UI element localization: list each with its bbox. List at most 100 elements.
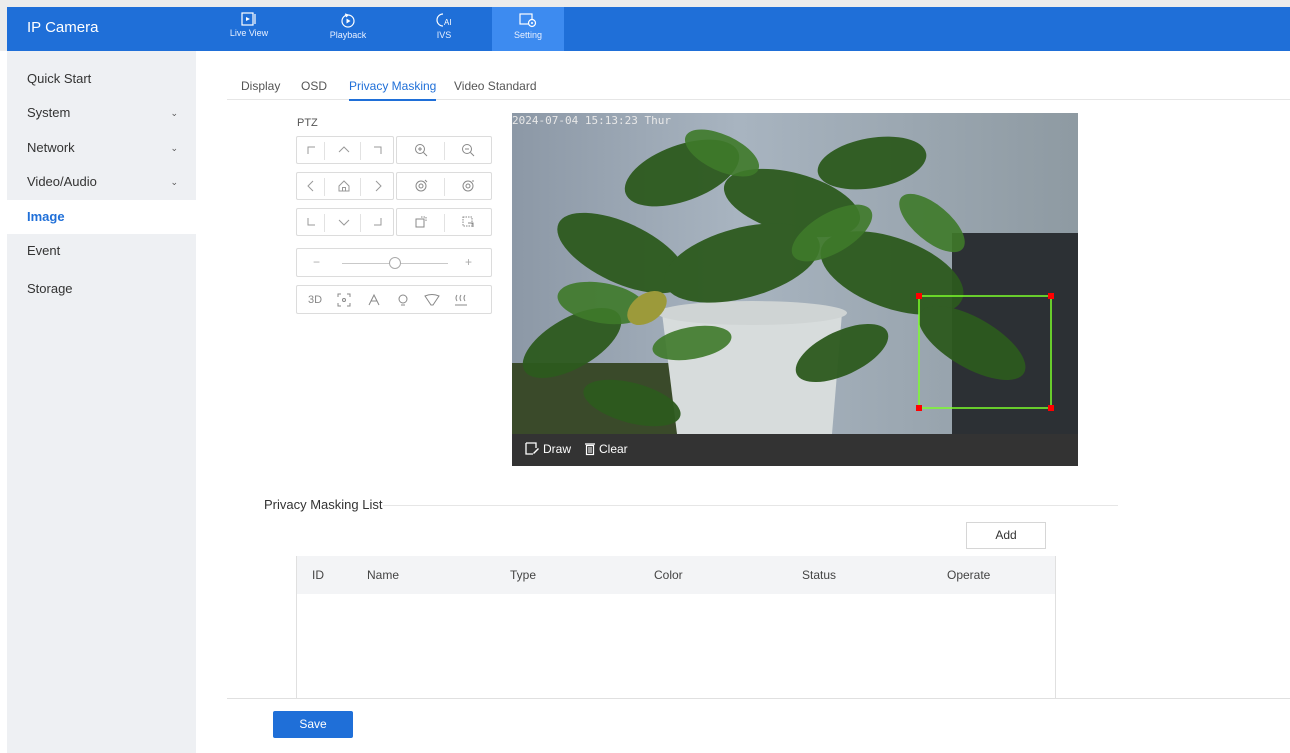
- video-toolbar: Draw Clear: [512, 434, 1078, 466]
- ptz-direction-row-1: [296, 136, 394, 164]
- iris-controls: [396, 208, 492, 236]
- sidebar-item-video-audio[interactable]: Video/Audio ⌄: [7, 165, 196, 199]
- column-header-id: ID: [312, 568, 324, 582]
- clear-label: Clear: [599, 442, 628, 456]
- app-title: IP Camera: [27, 19, 99, 36]
- sidebar-item-image[interactable]: Image: [7, 200, 196, 234]
- image-tabs: Display OSD Privacy Masking Video Standa…: [227, 72, 1290, 101]
- light-bulb-icon[interactable]: [392, 287, 414, 313]
- home-icon[interactable]: [333, 173, 355, 199]
- focus-controls: [396, 172, 492, 200]
- ptz-direction-row-2: [296, 172, 394, 200]
- sidebar-item-network[interactable]: Network ⌄: [7, 131, 196, 165]
- sidebar: Quick Start System ⌄ Network ⌄ Video/Audio…: [7, 51, 196, 753]
- mask-handle-top-right[interactable]: [1048, 293, 1054, 299]
- zoom-out-icon[interactable]: [457, 137, 479, 163]
- divider: [324, 178, 325, 196]
- mask-handle-bottom-right[interactable]: [1048, 405, 1054, 411]
- divider: [227, 698, 1290, 699]
- video-preview[interactable]: 2024-07-04 15:13:23 Thur Draw Clear: [512, 113, 1078, 466]
- divider: [444, 142, 445, 160]
- heater-icon[interactable]: [450, 287, 472, 313]
- iris-open-icon[interactable]: [410, 209, 432, 235]
- divider: [444, 214, 445, 232]
- privacy-masking-list-title: Privacy Masking List: [264, 497, 383, 512]
- table-header: ID Name Type Color Status Operate: [297, 556, 1055, 594]
- iris-close-icon[interactable]: [457, 209, 479, 235]
- chevron-down-icon: ⌄: [170, 143, 178, 153]
- speed-increase[interactable]: +: [465, 255, 472, 269]
- save-button[interactable]: Save: [273, 711, 353, 738]
- focus-far-icon[interactable]: [457, 173, 479, 199]
- divider: [360, 142, 361, 160]
- ptz-direction-row-3: [296, 208, 394, 236]
- live-view-icon: [241, 12, 256, 26]
- nav-setting-label: Setting: [513, 30, 543, 40]
- clear-button[interactable]: Clear: [584, 442, 628, 456]
- playback-icon: [341, 13, 355, 28]
- pan-right-icon[interactable]: [367, 173, 389, 199]
- privacy-masking-table: ID Name Type Color Status Operate: [296, 556, 1056, 698]
- sidebar-item-label: Storage: [27, 281, 73, 296]
- sidebar-item-storage[interactable]: Storage: [7, 272, 196, 306]
- pan-down-right-icon[interactable]: [367, 209, 389, 235]
- nav-ivs-label: IVS: [436, 30, 452, 40]
- nav-playback-label: Playback: [329, 30, 367, 40]
- divider: [383, 505, 1118, 506]
- divider: [360, 178, 361, 196]
- focus-near-icon[interactable]: [410, 173, 432, 199]
- mask-handle-bottom-left[interactable]: [916, 405, 922, 411]
- pan-left-icon[interactable]: [300, 173, 322, 199]
- auto-focus-icon[interactable]: [333, 287, 355, 313]
- ptz-title: PTZ: [297, 117, 318, 129]
- nav-playback[interactable]: Playback: [312, 7, 384, 51]
- divider: [324, 214, 325, 232]
- speed-decrease[interactable]: −: [313, 255, 320, 269]
- tab-video-standard[interactable]: Video Standard: [454, 79, 537, 99]
- chevron-down-icon: ⌄: [170, 108, 178, 118]
- pan-down-left-icon[interactable]: [300, 209, 322, 235]
- draw-label: Draw: [543, 442, 572, 456]
- tab-osd[interactable]: OSD: [301, 79, 327, 99]
- sidebar-item-event[interactable]: Event: [7, 234, 196, 268]
- column-header-type: Type: [510, 568, 537, 582]
- sidebar-item-label: Video/Audio: [27, 174, 97, 189]
- divider: [324, 142, 325, 160]
- draw-button[interactable]: Draw: [524, 442, 571, 456]
- pan-up-icon[interactable]: [333, 137, 355, 163]
- trash-icon: [585, 443, 595, 456]
- sidebar-item-label: Quick Start: [27, 71, 92, 86]
- column-header-color: Color: [654, 568, 683, 582]
- sidebar-item-label: Event: [27, 243, 61, 258]
- top-nav-bar: IP Camera Live View Playback AI IVS Sett…: [7, 7, 1290, 51]
- column-header-name: Name: [367, 568, 400, 582]
- mask-handle-top-left[interactable]: [916, 293, 922, 299]
- pan-up-right-icon[interactable]: [367, 137, 389, 163]
- fan-icon[interactable]: [421, 287, 443, 313]
- pan-down-icon[interactable]: [333, 209, 355, 235]
- tab-display[interactable]: Display: [241, 79, 280, 99]
- slider-handle[interactable]: [389, 257, 401, 269]
- tab-privacy-masking[interactable]: Privacy Masking: [349, 79, 437, 101]
- 3d-positioning-button[interactable]: 3D: [302, 287, 328, 313]
- sidebar-item-quick-start[interactable]: Quick Start: [7, 62, 196, 96]
- pan-up-left-icon[interactable]: [300, 137, 322, 163]
- video-timestamp: 2024-07-04 15:13:23 Thur: [512, 114, 671, 127]
- draw-icon: [525, 442, 539, 455]
- zoom-in-icon[interactable]: [410, 137, 432, 163]
- sidebar-item-label: Image: [27, 209, 65, 224]
- nav-setting[interactable]: Setting: [492, 7, 564, 51]
- nav-live-view[interactable]: Live View: [213, 7, 285, 51]
- sidebar-item-system[interactable]: System ⌄: [7, 96, 196, 130]
- add-button[interactable]: Add: [966, 522, 1046, 549]
- top-bar: IP Camera Live View Playback AI IVS Sett…: [0, 0, 1290, 51]
- nav-ivs[interactable]: AI IVS: [408, 7, 480, 51]
- ai-icon: AI: [436, 13, 452, 27]
- column-header-status: Status: [802, 568, 837, 582]
- zoom-controls: [396, 136, 492, 164]
- divider: [444, 178, 445, 196]
- camera-feed-image: [512, 113, 1078, 434]
- divider: [360, 214, 361, 232]
- chevron-down-icon: ⌄: [170, 177, 178, 187]
- wiper-icon[interactable]: [363, 287, 385, 313]
